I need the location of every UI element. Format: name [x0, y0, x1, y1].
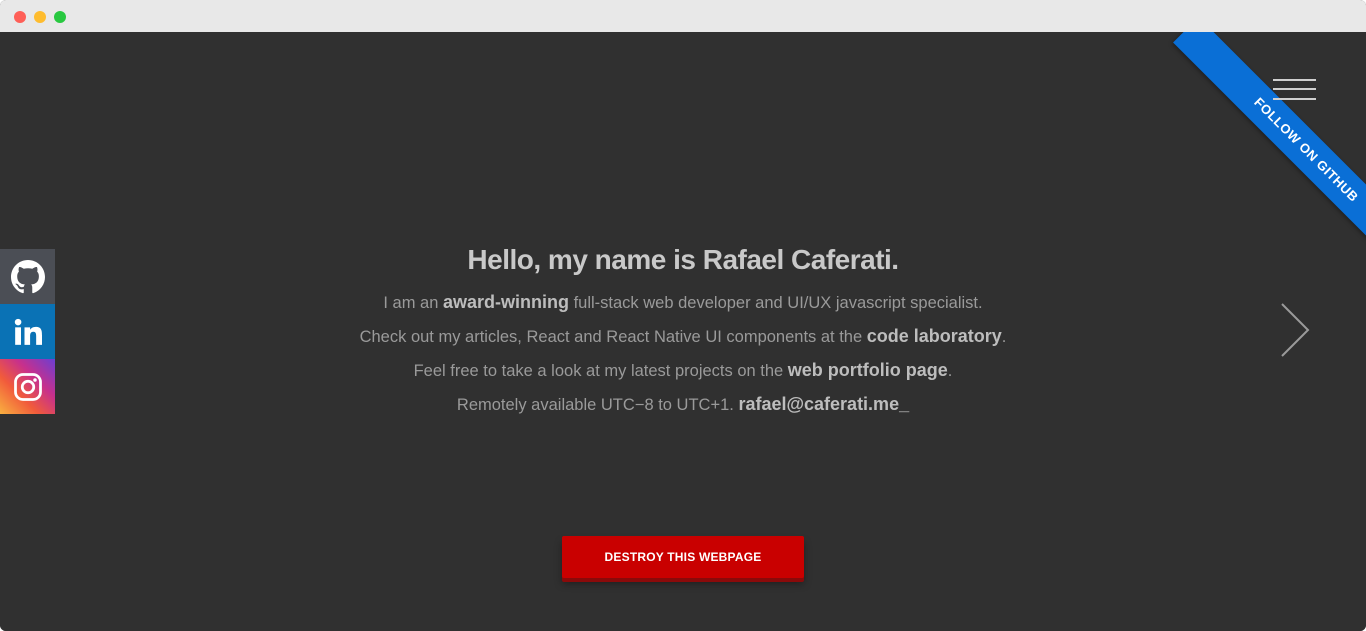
maximize-window-button[interactable] — [54, 11, 66, 23]
intro-line-1: I am an award-winning full-stack web dev… — [250, 286, 1116, 320]
intro-text: Remotely available UTC−8 to UTC+1. — [456, 396, 739, 414]
hamburger-menu-icon[interactable] — [1273, 78, 1316, 102]
github-ribbon-container: Follow on GitHub — [1106, 32, 1366, 292]
email-link[interactable]: rafael@caferati.me_ — [738, 394, 909, 414]
intro-text: . — [1001, 328, 1007, 346]
instagram-link[interactable] — [0, 359, 55, 414]
page-content: Follow on GitHub — [0, 32, 1366, 631]
intro-text: full-stack web developer and UI/UX javas… — [569, 294, 983, 312]
linkedin-link[interactable] — [0, 304, 55, 359]
github-icon — [10, 259, 45, 293]
follow-on-github-ribbon[interactable]: Follow on GitHub — [1173, 32, 1366, 283]
intro-section: Hello, my name is Rafael Caferati. I am … — [250, 244, 1116, 422]
destroy-webpage-button[interactable]: Destroy this webpage — [562, 536, 804, 578]
page-title: Hello, my name is Rafael Caferati. — [467, 244, 899, 275]
intro-text: Feel free to take a look at my latest pr… — [413, 362, 788, 380]
next-page-button[interactable] — [1278, 302, 1312, 358]
menu-bar — [1273, 98, 1316, 100]
minimize-window-button[interactable] — [34, 11, 46, 23]
social-links — [0, 249, 55, 414]
window-titlebar — [0, 0, 1366, 32]
award-winning-highlight: award-winning — [443, 292, 569, 312]
browser-window: Follow on GitHub — [0, 0, 1366, 631]
web-portfolio-link[interactable]: web portfolio page — [788, 360, 948, 380]
menu-bar — [1273, 88, 1316, 90]
intro-text: Check out my articles, React and React N… — [359, 328, 867, 346]
intro-line-4: Remotely available UTC−8 to UTC+1. rafae… — [250, 388, 1116, 422]
github-link[interactable] — [0, 249, 55, 304]
intro-text: I am an — [383, 294, 443, 312]
instagram-icon — [13, 372, 42, 401]
intro-line-2: Check out my articles, React and React N… — [250, 320, 1116, 354]
code-laboratory-link[interactable]: code laboratory — [867, 326, 1002, 346]
intro-text: . — [947, 362, 953, 380]
close-window-button[interactable] — [14, 11, 26, 23]
chevron-right-icon — [1281, 303, 1310, 357]
intro-line-3: Feel free to take a look at my latest pr… — [250, 354, 1116, 388]
linkedin-icon — [14, 318, 42, 345]
menu-bar — [1273, 79, 1316, 81]
